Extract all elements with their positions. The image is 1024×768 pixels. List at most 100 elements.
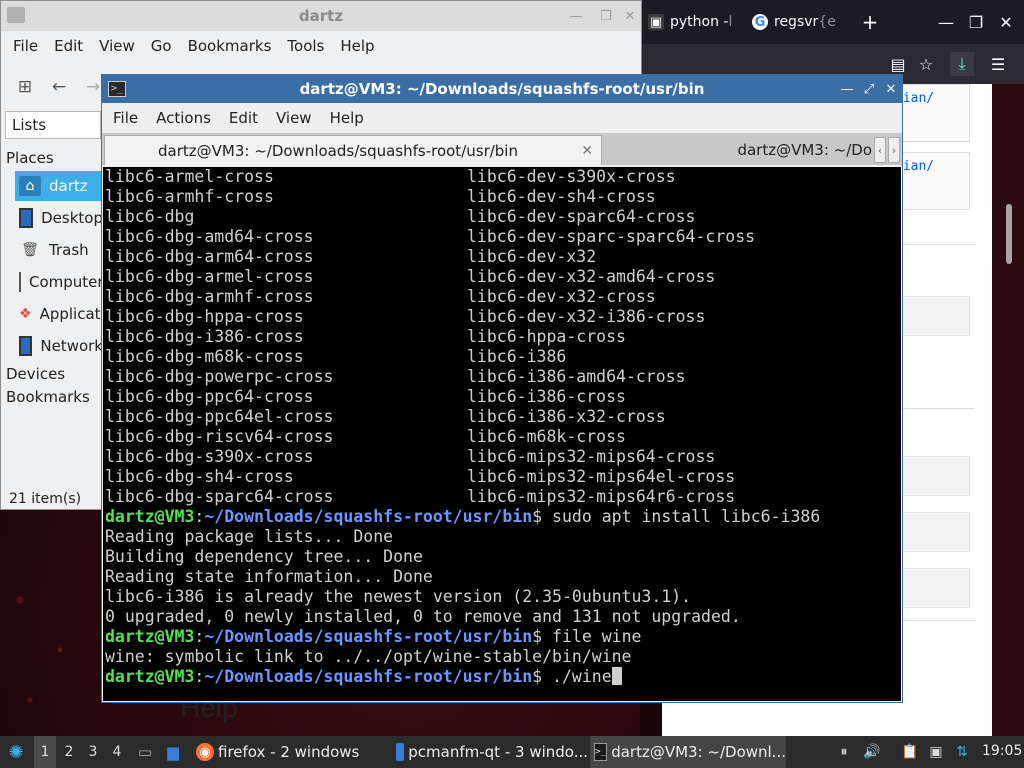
scrollbar-thumb[interactable] [1006,204,1012,264]
devices-header[interactable]: Devices [6,365,65,383]
window-title: dartz [298,7,344,25]
menu-file[interactable]: File [5,37,46,55]
maximize-icon[interactable]: ❐ [597,7,615,25]
downloads-icon[interactable]: ⤓ [950,52,974,76]
menu-go[interactable]: Go [143,37,180,55]
folder-icon [396,743,405,761]
place-dartz[interactable]: ⌂ dartz [15,171,103,201]
package-name: libc6-m68k-cross [467,427,626,446]
terminal-tab-active[interactable]: dartz@VM3: ~/Downloads/squashfs-root/usr… [104,135,602,165]
task-pcmanfm[interactable]: pcmanfm-qt - 3 windo... [392,736,588,768]
desktop-switch-2[interactable]: 2 [58,736,80,768]
desktop-switch-3[interactable]: 3 [82,736,104,768]
tab-label: dartz@VM3: ~/Do [737,141,872,159]
output-line: Reading state information... Done [105,567,433,586]
network-icon [19,336,33,356]
close-icon[interactable]: ✕ [994,10,1018,34]
side-pane-mode-select[interactable]: Lists [5,111,101,139]
menu-help[interactable]: Help [332,37,382,55]
package-name: libc6-i386-x32-cross [467,407,666,426]
terminal-tab-2[interactable]: dartz@VM3: ~/Do [602,135,874,165]
new-tab-button[interactable]: + [858,10,882,34]
package-list-row: libc6-dbg-ppc64el-cross libc6-i386-x32-cr… [105,407,666,427]
package-name: libc6-dbg-sparc64-cross [105,487,334,506]
desktop-icon [19,208,34,228]
package-name: libc6-dbg-i386-cross [105,327,304,346]
menu-bookmarks[interactable]: Bookmarks [180,37,280,55]
volume-icon[interactable]: 🔊 [862,742,882,762]
terminal-titlebar[interactable]: >_ dartz@VM3: ~/Downloads/squashfs-root/… [102,75,902,103]
menu-view[interactable]: View [91,37,143,55]
clipboard-icon[interactable]: 📋 [900,742,920,762]
removable-media-icon[interactable]: ▣ [926,742,946,762]
applications-icon: ❖ [19,306,32,322]
back-arrow-icon[interactable]: ← [47,75,71,99]
place-applications[interactable]: ❖ Applications [15,299,103,329]
terminal-output[interactable]: libc6-armel-cross libc6-dev-s390x-cross li… [103,167,901,701]
place-label: Trash [49,241,89,259]
show-desktop-icon[interactable]: ▭ [134,736,156,768]
app-menu-icon[interactable]: ✺ [4,736,28,768]
package-list-row: libc6-dbg-arm64-cross libc6-dev-x32 [105,247,596,267]
new-tab-icon[interactable]: ⊞ [13,75,37,99]
package-name: libc6-mips32-mips64el-cross [467,467,736,486]
trash-icon: 🗑 [21,242,39,258]
prompt-path: ~/Downloads/squashfs-root/usr/bin [204,627,533,646]
place-computer[interactable]: Computer [15,267,103,297]
menu-file[interactable]: File [104,109,147,127]
places-header: Places [6,149,54,167]
package-list-row: libc6-dbg-amd64-cross libc6-dev-sparc-spa… [105,227,755,247]
terminal-icon: >_ [594,743,608,761]
package-name: libc6-mips32-mips64r6-cross [467,487,736,506]
minimize-icon[interactable]: — [567,7,585,25]
file-manager-menubar: File Edit View Go Bookmarks Tools Help [1,31,641,61]
terminal-menubar: File Actions Edit View Help [102,103,902,133]
file-manager-launcher-icon[interactable]: ▆ [162,736,184,768]
task-firefox[interactable]: ◉ firefox - 2 windows [192,736,388,768]
package-name: libc6-dbg-armhf-cross [105,287,314,306]
menu-actions[interactable]: Actions [147,109,220,127]
package-name: libc6-dbg-riscv64-cross [105,427,334,446]
place-trash[interactable]: 🗑 Trash [15,235,103,265]
package-name: libc6-dbg-powerpc-cross [105,367,334,386]
restore-icon[interactable]: ❐ [964,10,988,34]
menu-help[interactable]: Help [321,109,373,127]
package-name: libc6-dbg-s390x-cross [105,447,314,466]
menu-view[interactable]: View [267,109,321,127]
close-tab-icon[interactable]: ✕ [581,143,593,159]
maximize-icon[interactable]: ⤢ [860,80,878,98]
close-icon[interactable]: ✕ [621,7,639,25]
place-desktop[interactable]: Desktop [15,203,103,233]
status-item-count: 21 item(s) [9,491,82,507]
desktop-switch-1[interactable]: 1 [34,736,56,768]
network-status-icon[interactable]: ⇅ [952,742,972,762]
menu-edit[interactable]: Edit [220,109,267,127]
file-manager-titlebar[interactable]: dartz — ❐ ✕ [1,1,641,31]
output-line: 0 upgraded, 0 newly installed, 0 to remo… [105,607,741,626]
tab-scroll-right-icon[interactable]: › [888,137,900,163]
place-label: Network [40,337,103,355]
desktop-switch-4[interactable]: 4 [106,736,128,768]
firefox-tab-python[interactable]: ▣ python - l [648,8,742,36]
package-name: libc6-dbg-ppc64el-cross [105,407,334,426]
prompt-path: ~/Downloads/squashfs-root/usr/bin [204,507,533,526]
reader-view-icon[interactable]: ▤ [886,52,910,76]
place-label: dartz [49,177,88,195]
minimize-icon[interactable]: — [934,10,958,34]
page-scrollbar[interactable] [992,84,1024,736]
menu-edit[interactable]: Edit [46,37,91,55]
bookmarks-header[interactable]: Bookmarks [6,388,90,406]
package-list-row: libc6-dbg-hppa-cross libc6-dev-x32-i386-c… [105,307,705,327]
bookmark-star-icon[interactable]: ☆ [914,52,938,76]
close-icon[interactable]: ✕ [882,80,900,98]
minimize-icon[interactable]: — [838,80,856,98]
task-terminal[interactable]: >_ dartz@VM3: ~/Downl... [590,736,786,768]
task-label: pcmanfm-qt - 3 windo... [408,743,588,761]
place-network[interactable]: Network [15,331,103,361]
pause-icon[interactable]: ⏸ [834,742,854,762]
menu-tools[interactable]: Tools [279,37,332,55]
tab-scroll-left-icon[interactable]: ‹ [874,137,886,163]
app-menu-icon[interactable]: ☰ [986,52,1010,76]
firefox-tab-regsvr[interactable]: G regsvr {e [752,8,854,36]
tab-label: regsvr [774,14,819,30]
